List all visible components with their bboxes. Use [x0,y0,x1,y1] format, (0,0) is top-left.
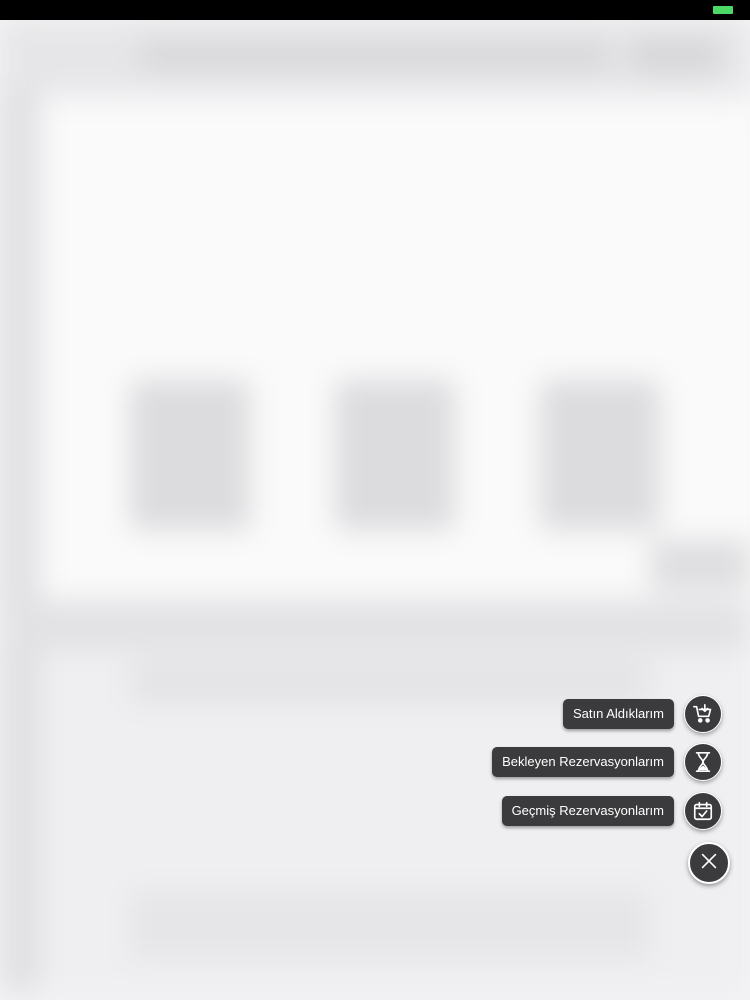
cart-icon [692,703,714,725]
fab-item-past-reservations[interactable]: Geçmiş Rezervasyonlarım [501,792,722,830]
floating-action-menu: Satın Aldıklarım Bekleyen Rezervasyonlar… [0,0,750,1000]
close-button[interactable] [688,842,730,884]
fab-item-button[interactable] [684,743,722,781]
fab-item-label[interactable]: Geçmiş Rezervasyonlarım [501,796,674,826]
fab-item-button[interactable] [684,792,722,830]
fab-item-label[interactable]: Bekleyen Rezervasyonlarım [492,747,674,777]
fab-item-pending-reservations[interactable]: Bekleyen Rezervasyonlarım [492,743,722,781]
calendar-check-icon [692,800,714,822]
fab-item-purchases[interactable]: Satın Aldıklarım [562,695,722,733]
close-icon [698,850,720,877]
fab-item-button[interactable] [684,695,722,733]
hourglass-icon [692,751,714,773]
fab-item-label[interactable]: Satın Aldıklarım [562,699,674,729]
screen: Satın Aldıklarım Bekleyen Rezervasyonlar… [0,0,750,1000]
